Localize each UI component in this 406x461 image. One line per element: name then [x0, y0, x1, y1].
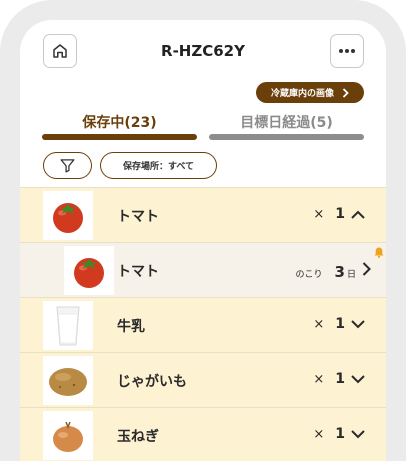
fridge-image-label: 冷蔵庫内の画像 [270, 89, 334, 99]
bell-icon [374, 247, 384, 258]
item-thumbnail [43, 191, 93, 240]
filter-button[interactable] [43, 152, 92, 179]
item-name: 玉ねぎ [117, 429, 159, 445]
filter-icon [60, 159, 75, 173]
list-item[interactable]: じゃがいも × 1 [20, 352, 386, 407]
list-item[interactable]: トマト × 1 [20, 187, 386, 242]
location-filter-button[interactable]: 保存場所：すべて [100, 152, 217, 179]
more-button[interactable] [330, 34, 364, 68]
app-screen: R-HZC62Y 冷蔵庫内の画像 保存中(23) 目標日経過(5) 保存場所：す… [20, 20, 386, 461]
tab-overdue-indicator [209, 134, 364, 140]
item-thumbnail [64, 246, 114, 295]
chevron-down-icon[interactable] [351, 319, 365, 329]
potato-icon [49, 367, 87, 396]
item-quantity: × 1 [313, 371, 365, 387]
chevron-down-icon[interactable] [351, 429, 365, 439]
tomato-icon [53, 202, 83, 233]
item-quantity: × 1 [313, 316, 365, 332]
item-thumbnail [43, 356, 93, 405]
list-item[interactable]: 玉ねぎ × 1 [20, 407, 386, 461]
fridge-image-button[interactable]: 冷蔵庫内の画像 [256, 82, 364, 103]
tab-stored-indicator [42, 134, 197, 140]
item-quantity: × 1 [313, 206, 365, 222]
chevron-right-icon [342, 87, 349, 98]
onion-icon [53, 421, 83, 452]
chevron-right-icon[interactable] [362, 262, 371, 276]
item-quantity: × 1 [313, 426, 365, 442]
item-name: トマト [117, 264, 159, 280]
item-thumbnail [43, 301, 93, 350]
chevron-down-icon[interactable] [351, 374, 365, 384]
list-sub-item[interactable]: トマト のこり 3 日 [20, 242, 386, 297]
remaining-days: のこり 3 日 [295, 263, 356, 281]
tab-overdue[interactable]: 目標日経過(5) [209, 112, 364, 132]
list-item[interactable]: 牛乳 × 1 [20, 297, 386, 352]
item-name: じゃがいも [117, 374, 187, 390]
chevron-up-icon[interactable] [351, 210, 365, 219]
tab-stored[interactable]: 保存中(23) [42, 112, 197, 132]
tomato-icon [74, 257, 104, 288]
item-name: 牛乳 [117, 319, 145, 335]
item-name: トマト [117, 209, 159, 225]
more-dots-icon [339, 49, 355, 53]
item-thumbnail [43, 411, 93, 460]
milk-glass-icon [56, 306, 80, 345]
